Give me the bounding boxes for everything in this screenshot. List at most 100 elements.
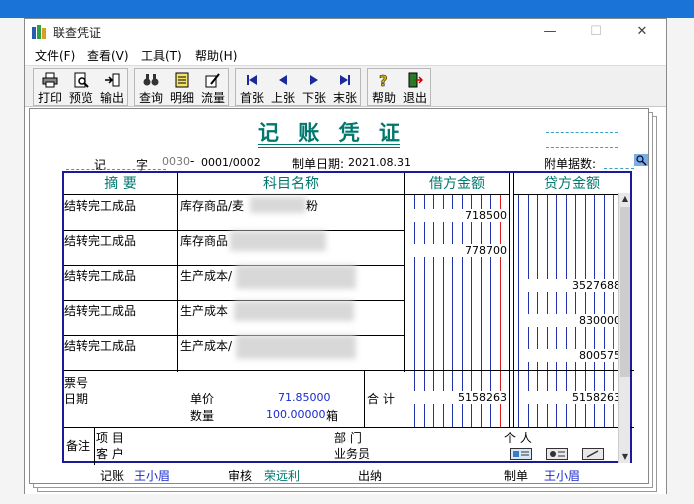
card-icon[interactable] <box>510 448 532 460</box>
auditor-label: 审核 <box>228 469 253 483</box>
toolbar-group-navigation: 首张 上张 下张 末张 <box>235 68 361 106</box>
attach-label: 附单据数: <box>544 157 597 171</box>
maker-label: 制单 <box>504 469 529 483</box>
scroll-thumb[interactable] <box>620 207 630 377</box>
col-summary: 摘 要 <box>64 173 177 195</box>
preview-button[interactable]: 预览 <box>66 69 96 105</box>
row-5-credit[interactable]: 800575 <box>526 349 622 362</box>
preview-icon <box>74 72 89 88</box>
ticket-label: 票号 <box>64 376 89 390</box>
export-icon <box>105 73 120 87</box>
maker-name: 王小眉 <box>544 469 581 483</box>
voucher-area: 记 账 凭 证 记 字 0030 - 0001/0002 制单日期: 2021.… <box>25 108 666 494</box>
menu-tools[interactable]: 工具(T) <box>141 47 182 64</box>
menu-file[interactable]: 文件(F) <box>35 47 75 64</box>
svg-text:?: ? <box>379 72 388 88</box>
row-2-debit[interactable]: 778700 <box>412 244 508 257</box>
total-label: 合 计 <box>367 392 395 406</box>
help-button[interactable]: ? 帮助 <box>369 69 399 105</box>
date-label: 制单日期: <box>292 157 345 171</box>
first-button[interactable]: 首张 <box>237 69 267 105</box>
col-account: 科目名称 <box>178 173 404 195</box>
row-5-summary[interactable]: 结转完工成品 <box>64 337 136 354</box>
row-4-credit[interactable]: 830000 <box>526 314 622 327</box>
row-4-summary[interactable]: 结转完工成品 <box>64 302 136 319</box>
toolbar-group-query: 查询 明细 流量 <box>134 68 229 106</box>
date-field-label: 日期 <box>64 392 89 406</box>
auditor-name: 荣远利 <box>264 469 301 483</box>
voucher-window: 联查凭证 — ☐ ✕ 文件(F) 查看(V) 工具(T) 帮助(H) 打印 预览… <box>24 18 667 494</box>
qty-label: 数量 <box>190 409 215 423</box>
exit-icon <box>408 72 423 88</box>
app-icon <box>32 25 46 39</box>
menu-bar: 文件(F) 查看(V) 工具(T) 帮助(H) <box>25 45 666 65</box>
row-2-summary[interactable]: 结转完工成品 <box>64 232 136 249</box>
scroll-up-icon[interactable]: ▲ <box>619 193 631 205</box>
prev-button[interactable]: 上张 <box>268 69 298 105</box>
remark-label: 备注 <box>66 439 91 453</box>
search-icon[interactable] <box>634 154 648 166</box>
customer-label: 客 户 <box>96 447 124 461</box>
bookkeeper-label: 记账 <box>100 469 125 483</box>
print-button[interactable]: 打印 <box>35 69 65 105</box>
voucher-sheet: 记 账 凭 证 记 字 0030 - 0001/0002 制单日期: 2021.… <box>29 108 649 484</box>
row-3-summary[interactable]: 结转完工成品 <box>64 267 136 284</box>
minimize-button[interactable]: — <box>535 23 565 41</box>
desktop-banner <box>0 0 694 18</box>
row-1-debit[interactable]: 718500 <box>412 209 508 222</box>
row-4-account[interactable]: 生产成本 <box>180 302 228 319</box>
toolbar: 打印 预览 输出 查询 明细 流量 首张 上张 下张 末张 ? 帮助 退出 <box>25 65 666 107</box>
price-value: 71.85000 <box>278 391 331 404</box>
unit-label: 箱 <box>326 409 339 423</box>
id-card-icon[interactable] <box>546 448 568 460</box>
pen-card-icon[interactable] <box>582 448 604 460</box>
close-button[interactable]: ✕ <box>627 23 657 41</box>
menu-view[interactable]: 查看(V) <box>87 47 129 64</box>
voucher-number: 0001/0002 <box>201 156 261 169</box>
scroll-down-icon[interactable]: ▼ <box>619 451 631 463</box>
row-1-account[interactable]: 库存商品/麦 <box>180 197 244 214</box>
prev-icon <box>279 75 287 85</box>
project-label: 项 目 <box>96 431 124 445</box>
menu-help[interactable]: 帮助(H) <box>195 47 237 64</box>
qty-value: 100.00000 <box>266 408 326 421</box>
last-button[interactable]: 末张 <box>330 69 360 105</box>
total-debit: 5158263 <box>412 391 508 404</box>
row-3-account[interactable]: 生产成本/ <box>180 267 232 284</box>
col-credit: 贷方金额 <box>514 173 630 195</box>
first-icon <box>247 75 257 85</box>
voucher-title: 记 账 凭 证 <box>258 120 406 145</box>
help-icon: ? <box>379 72 388 88</box>
row-5-account[interactable]: 生产成本/ <box>180 337 232 354</box>
window-title: 联查凭证 <box>53 26 102 40</box>
price-label: 单价 <box>190 392 215 406</box>
last-icon <box>340 75 350 85</box>
next-button[interactable]: 下张 <box>299 69 329 105</box>
voucher-table: 摘 要 科目名称 借方金额 贷方金额 结转完工成品 库存商品/麦 粉 71850… <box>62 171 634 465</box>
person-label: 个 人 <box>504 431 532 445</box>
maximize-button[interactable]: ☐ <box>581 23 611 41</box>
detail-button[interactable]: 明细 <box>167 69 197 105</box>
row-3-credit[interactable]: 3527688 <box>526 279 622 292</box>
vertical-scrollbar[interactable]: ▲ ▼ <box>618 193 630 463</box>
dept-label: 部 门 <box>334 431 362 445</box>
exit-button[interactable]: 退出 <box>400 69 430 105</box>
flow-icon <box>205 73 220 88</box>
flow-button[interactable]: 流量 <box>198 69 228 105</box>
export-button[interactable]: 输出 <box>97 69 127 105</box>
detail-icon <box>175 72 189 88</box>
toolbar-group-output: 打印 预览 输出 <box>33 68 128 106</box>
voucher-number-prefix: 0030 <box>162 155 190 168</box>
bookkeeper-name: 王小眉 <box>134 469 171 483</box>
query-button[interactable]: 查询 <box>136 69 166 105</box>
cashier-label: 出纳 <box>358 469 383 483</box>
voucher-date[interactable]: 2021.08.31 <box>348 156 411 169</box>
row-2-account[interactable]: 库存商品 <box>180 232 228 249</box>
amount-grid-line <box>518 195 519 428</box>
total-credit: 5158263 <box>526 391 622 404</box>
salesman-label: 业务员 <box>334 447 371 461</box>
printer-icon <box>42 72 58 88</box>
binoculars-icon <box>143 74 159 86</box>
col-debit: 借方金额 <box>405 173 509 195</box>
row-1-summary[interactable]: 结转完工成品 <box>64 197 136 214</box>
